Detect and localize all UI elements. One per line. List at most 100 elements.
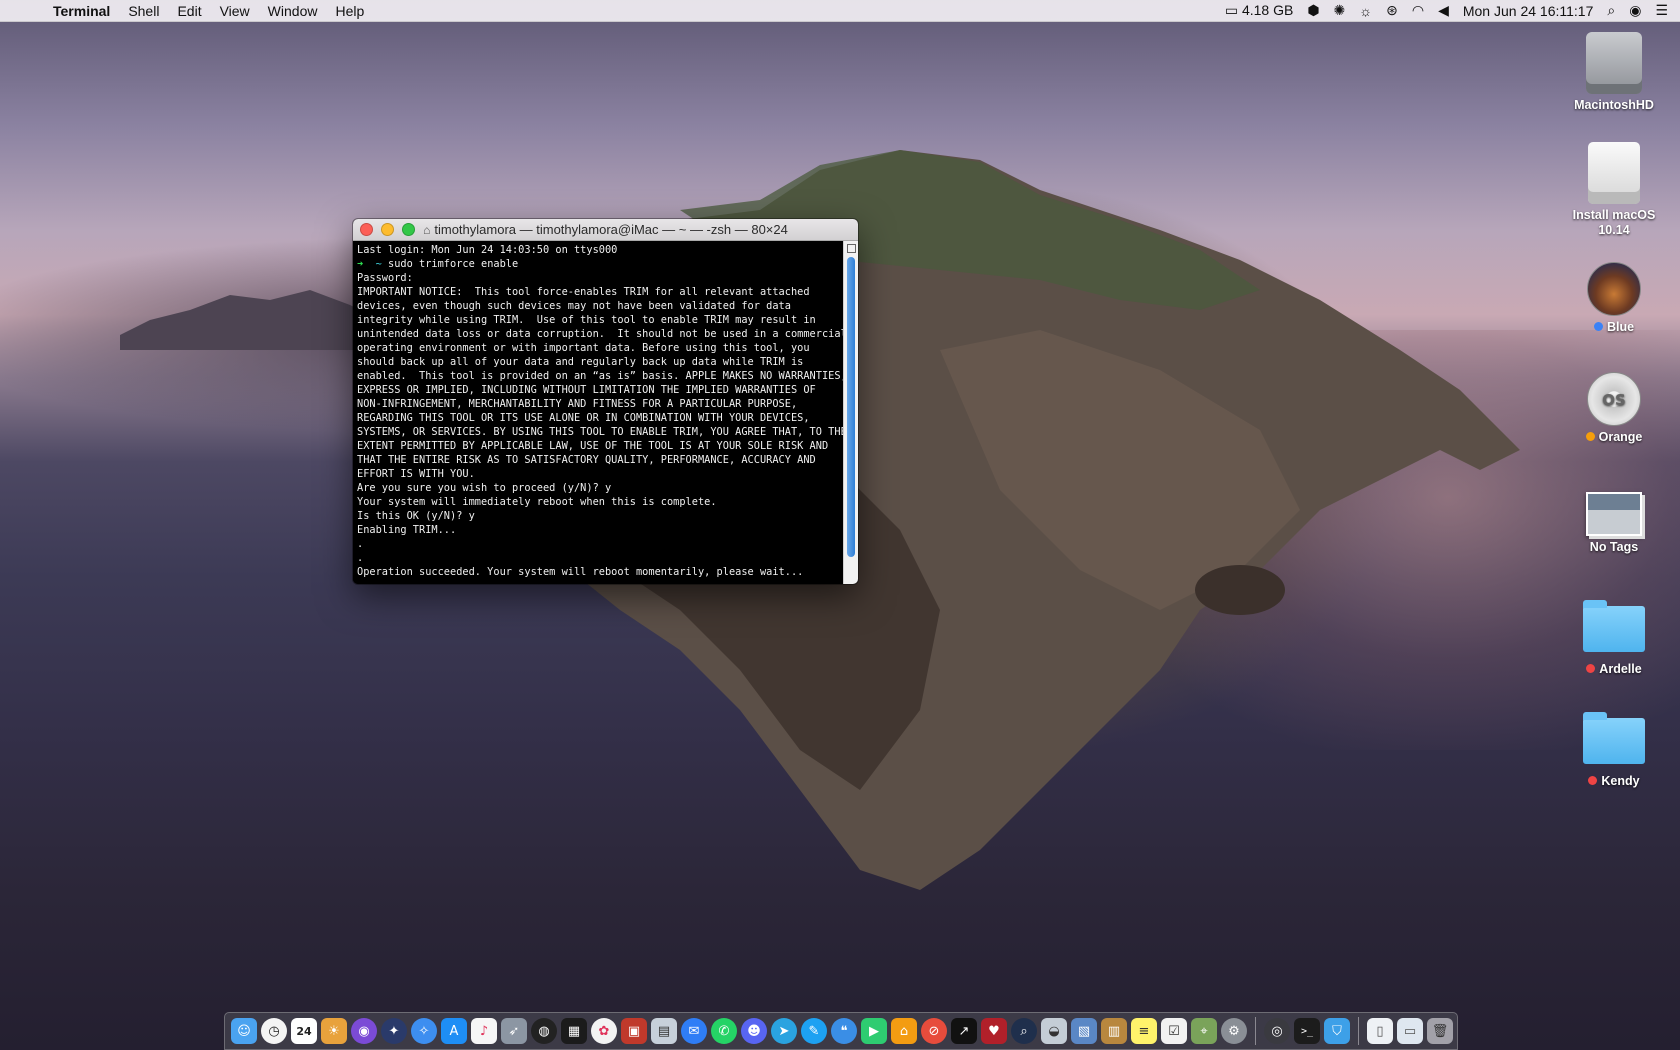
terminal-dock-icon[interactable]: >_ xyxy=(1294,1018,1320,1044)
documents-stack-icon[interactable]: ▯ xyxy=(1367,1018,1393,1044)
folder-icon xyxy=(1583,712,1645,764)
volume-icon[interactable]: ◀ xyxy=(1438,2,1449,19)
desktop-icon-label: Install macOS 10.14 xyxy=(1572,208,1656,237)
reminders-icon[interactable]: ☑ xyxy=(1161,1018,1187,1044)
desktop-icon-install-macos[interactable]: Install macOS 10.14 xyxy=(1559,142,1669,238)
scroll-split-icon[interactable] xyxy=(847,244,856,253)
safari-icon[interactable]: ✧ xyxy=(411,1018,437,1044)
wifi-icon[interactable]: ◠ xyxy=(1412,2,1424,19)
stocks-icon[interactable]: ↗ xyxy=(951,1018,977,1044)
finder-icon[interactable]: ☺ xyxy=(231,1018,257,1044)
home-icon[interactable]: ⌂ xyxy=(891,1018,917,1044)
preview-icon[interactable]: ▤ xyxy=(651,1018,677,1044)
siri-icon[interactable]: ◉ xyxy=(1629,2,1641,19)
memory-icon: ▭ xyxy=(1224,2,1239,18)
minimize-button[interactable] xyxy=(381,223,394,236)
desktop-icon-orange[interactable]: OS Orange xyxy=(1559,372,1669,445)
whatsapp-icon[interactable]: ✆ xyxy=(711,1018,737,1044)
system-preferences-icon[interactable]: ⚙ xyxy=(1221,1018,1247,1044)
notebook-icon[interactable]: ▥ xyxy=(1101,1018,1127,1044)
desktop-icon-label: No Tags xyxy=(1589,540,1639,554)
calendar-day: 24 xyxy=(296,1024,312,1038)
notification-center-icon[interactable]: ☰ xyxy=(1655,2,1668,19)
telegram-icon[interactable]: ➤ xyxy=(771,1018,797,1044)
downloads-stack-icon[interactable]: ▭ xyxy=(1397,1018,1423,1044)
music-icon[interactable]: ♪ xyxy=(471,1018,497,1044)
photos-icon[interactable]: ✿ xyxy=(591,1018,617,1044)
block-icon[interactable]: ⊘ xyxy=(921,1018,947,1044)
desktop-icon-label: MacintoshHD xyxy=(1574,98,1654,112)
command-text: sudo trimforce enable xyxy=(388,258,519,270)
siri-dock-icon[interactable]: ◉ xyxy=(351,1018,377,1044)
notes-icon[interactable]: ≡ xyxy=(1131,1018,1157,1044)
trash-icon[interactable]: 🗑 xyxy=(1427,1018,1453,1044)
photo-booth-icon[interactable]: ▣ xyxy=(621,1018,647,1044)
menu-shell[interactable]: Shell xyxy=(119,0,168,22)
external-drive-icon xyxy=(1588,142,1640,204)
terminal-line: . xyxy=(357,538,364,550)
tag-dot-red xyxy=(1588,776,1598,785)
grid-app-icon[interactable]: ▦ xyxy=(561,1018,587,1044)
window-title: ⌂ timothylamora — timothylamora@iMac — ~ … xyxy=(353,222,858,237)
image-capture-icon[interactable]: ▧ xyxy=(1071,1018,1097,1044)
vpn-shield-icon[interactable]: ⊛ xyxy=(1386,2,1398,19)
spotlight-search-icon[interactable]: ⌕ xyxy=(1607,2,1615,19)
tag-dot-orange xyxy=(1585,432,1595,441)
rocket-icon[interactable]: ➶ xyxy=(501,1018,527,1044)
desktop-icon-label-text: Ardelle xyxy=(1599,662,1642,676)
menu-help[interactable]: Help xyxy=(326,0,373,22)
desktop-icon-no-tags[interactable]: No Tags xyxy=(1559,492,1669,555)
vpn-icon[interactable]: ⬢ xyxy=(1307,2,1319,19)
prompt-directory: ~ xyxy=(375,258,382,270)
desktop-icon-label: Kendy xyxy=(1559,774,1669,789)
macos-disk-icon: OS xyxy=(1587,372,1641,426)
launchpad-icon[interactable]: ✦ xyxy=(381,1018,407,1044)
zoom-button[interactable] xyxy=(402,223,415,236)
menu-app-name[interactable]: Terminal xyxy=(44,0,119,22)
menu-edit[interactable]: Edit xyxy=(168,0,210,22)
prompt-line: ➜ ~ sudo trimforce enable xyxy=(357,257,839,271)
terminal-line: Are you sure you wish to proceed (y/N)? … xyxy=(357,482,612,494)
datetime-clock[interactable]: Mon Jun 24 16:11:17 xyxy=(1463,3,1594,19)
desktop-icon-macintoshhd[interactable]: MacintoshHD xyxy=(1559,32,1669,113)
shield-app-icon[interactable]: ⛉ xyxy=(1324,1018,1350,1044)
calendar-icon[interactable]: 24 xyxy=(291,1018,317,1044)
activity-dial-icon[interactable]: ◍ xyxy=(531,1018,557,1044)
desktop-icon-kendy[interactable]: Kendy xyxy=(1559,712,1669,789)
terminal-line: REGARDING THIS TOOL OR ITS USE ALONE OR … xyxy=(357,412,810,424)
terminal-output[interactable]: Last login: Mon Jun 24 14:03:50 on ttys0… xyxy=(353,241,843,584)
screen-recorder-icon[interactable]: ◎ xyxy=(1264,1018,1290,1044)
menu-window[interactable]: Window xyxy=(259,0,327,22)
chat-bubble-icon[interactable]: ❝ xyxy=(831,1018,857,1044)
maps-icon[interactable]: ⌖ xyxy=(1191,1018,1217,1044)
desktop-icon-label-text: Kendy xyxy=(1601,774,1640,788)
terminal-line: Operation succeeded. Your system will re… xyxy=(357,566,804,578)
memory-status[interactable]: ▭ 4.18 GB xyxy=(1225,2,1294,19)
disk-utility-icon[interactable]: ◒ xyxy=(1041,1018,1067,1044)
clock-icon[interactable]: ◷ xyxy=(261,1018,287,1044)
menu-view[interactable]: View xyxy=(211,0,259,22)
terminal-scrollbar[interactable] xyxy=(843,241,858,584)
facetime-icon[interactable]: ▶ xyxy=(861,1018,887,1044)
terminal-line: Password: xyxy=(357,272,413,284)
terminal-line: should back up all of your data and regu… xyxy=(357,356,804,368)
catalina-disk-icon xyxy=(1587,262,1641,316)
terminal-line: Enabling TRIM... xyxy=(357,524,457,536)
close-button[interactable] xyxy=(360,223,373,236)
brightness-icon[interactable]: ✺ xyxy=(1334,2,1346,19)
terminal-line: operating environment or with important … xyxy=(357,342,810,354)
sun-icon[interactable]: ☼ xyxy=(1359,3,1372,19)
scrollbar-thumb[interactable] xyxy=(847,257,855,557)
terminal-line: Last login: Mon Jun 24 14:03:50 on ttys0… xyxy=(357,244,618,256)
twitter-icon[interactable]: ✎ xyxy=(801,1018,827,1044)
search-app-icon[interactable]: ⌕ xyxy=(1011,1018,1037,1044)
desktop-icon-ardelle[interactable]: Ardelle xyxy=(1559,600,1669,677)
weather-icon[interactable]: ☀ xyxy=(321,1018,347,1044)
terminal-window[interactable]: ⌂ timothylamora — timothylamora@iMac — ~ … xyxy=(353,219,858,584)
discord-icon[interactable]: ☻ xyxy=(741,1018,767,1044)
messenger-icon[interactable]: ✉ xyxy=(681,1018,707,1044)
desktop-icon-blue[interactable]: Blue xyxy=(1559,262,1669,335)
terminal-titlebar[interactable]: ⌂ timothylamora — timothylamora@iMac — ~ … xyxy=(353,219,858,241)
app-store-icon[interactable]: A xyxy=(441,1018,467,1044)
heart-monitor-icon[interactable]: ♥ xyxy=(981,1018,1007,1044)
